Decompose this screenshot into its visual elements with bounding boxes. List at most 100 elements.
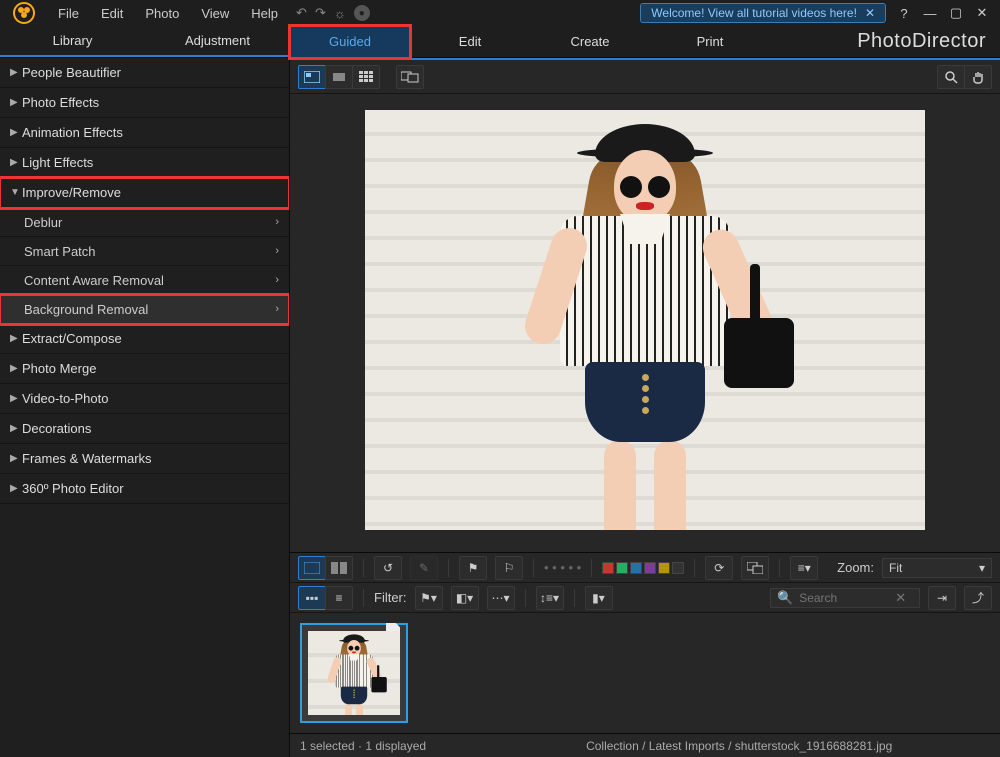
filter-flag-dropdown[interactable]: ⚑▾ xyxy=(415,586,443,610)
statusbar: 1 selected · 1 displayed Collection / La… xyxy=(290,733,1000,757)
canvas[interactable] xyxy=(290,94,1000,552)
undo-icon[interactable]: ↶ xyxy=(296,5,307,21)
window-controls: ? — ▢ ✕ xyxy=(886,5,1000,21)
thumbnail[interactable] xyxy=(300,623,408,723)
zoom-select[interactable]: Fit▾ xyxy=(882,558,992,578)
sidebar-item-people-beautifier[interactable]: ▶People Beautifier xyxy=(0,58,289,88)
grid-view-icon[interactable] xyxy=(352,65,380,89)
secondary-monitor-icon[interactable] xyxy=(396,65,424,89)
viewbar xyxy=(290,60,1000,94)
sidebar-item-video-to-photo[interactable]: ▶Video-to-Photo xyxy=(0,384,289,414)
color-swatch[interactable] xyxy=(658,562,670,574)
search-icon: 🔍 xyxy=(777,590,793,606)
sidebar-label: Photo Merge xyxy=(22,361,96,376)
main: ▶People Beautifier ▶Photo Effects ▶Anima… xyxy=(0,58,1000,757)
maximize-icon[interactable]: ▢ xyxy=(944,5,968,21)
menu-help[interactable]: Help xyxy=(241,2,288,25)
redo-icon[interactable]: ↷ xyxy=(315,5,326,21)
magnifier-icon[interactable] xyxy=(937,65,965,89)
sidebar-item-frames-watermarks[interactable]: ▶Frames & Watermarks xyxy=(0,444,289,474)
filter-label-dropdown[interactable]: ◧▾ xyxy=(451,586,479,610)
help-icon[interactable]: ? xyxy=(892,6,916,21)
close-window-icon[interactable]: ✕ xyxy=(970,5,994,21)
color-swatch[interactable] xyxy=(630,562,642,574)
chevron-right-icon: › xyxy=(275,245,279,257)
menu-view[interactable]: View xyxy=(191,2,239,25)
tray-row-2: ▪▪▪ ≡ Filter: ⚑▾ ◧▾ ⋯▾ ↕≡▾ ▮▾ 🔍 xyxy=(290,583,1000,613)
single-view-icon[interactable] xyxy=(298,65,326,89)
color-swatch[interactable] xyxy=(616,562,628,574)
color-swatch[interactable] xyxy=(644,562,656,574)
sidebar-label: Extract/Compose xyxy=(22,331,122,346)
chevron-right-icon: › xyxy=(275,216,279,228)
tab-print[interactable]: Print xyxy=(650,27,770,57)
filter-rating-dropdown[interactable]: ⋯▾ xyxy=(487,586,515,610)
content: ↺ ✎ ⚑ ⚐ • • • • • ⟳ ≡▾ Zoom: Fit▾ xyxy=(290,58,1000,757)
gear-icon[interactable]: ☼ xyxy=(334,6,346,21)
compare-overlay-icon[interactable] xyxy=(741,556,769,580)
bell-icon[interactable]: ● xyxy=(354,5,370,21)
zoom-label: Zoom: xyxy=(837,560,874,575)
thumb-size-small-icon[interactable]: ▪▪▪ xyxy=(298,586,326,610)
import-icon[interactable]: ⇥ xyxy=(928,586,956,610)
sidebar-item-360-editor[interactable]: ▶360º Photo Editor xyxy=(0,474,289,504)
modebar: Library Adjustment Guided Edit Create Pr… xyxy=(0,26,1000,58)
sidebar-item-extract-compose[interactable]: ▶Extract/Compose xyxy=(0,324,289,354)
sidebar-sub-smart-patch[interactable]: Smart Patch › xyxy=(0,237,289,266)
tab-adjustment[interactable]: Adjustment xyxy=(145,26,290,56)
sidebar-item-improve-remove[interactable]: ▼Improve/Remove xyxy=(0,178,289,208)
tray: ↺ ✎ ⚑ ⚐ • • • • • ⟳ ≡▾ Zoom: Fit▾ xyxy=(290,552,1000,757)
modebar-right: Guided Edit Create Print PhotoDirector xyxy=(290,26,1000,57)
chevron-down-icon: ▾ xyxy=(979,561,985,575)
stack-dropdown[interactable]: ▮▾ xyxy=(585,586,613,610)
tab-edit[interactable]: Edit xyxy=(410,27,530,57)
fit-view-icon[interactable] xyxy=(325,65,353,89)
refresh-icon[interactable]: ⟳ xyxy=(705,556,733,580)
status-path: Collection / Latest Imports / shuttersto… xyxy=(586,739,892,753)
sidebar-sub-content-aware[interactable]: Content Aware Removal› xyxy=(0,266,289,295)
minimize-icon[interactable]: — xyxy=(918,6,942,21)
sort-dropdown[interactable]: ↕≡▾ xyxy=(536,586,564,610)
histogram-icon[interactable]: ≡▾ xyxy=(790,556,818,580)
sidebar-item-photo-merge[interactable]: ▶Photo Merge xyxy=(0,354,289,384)
tab-guided[interactable]: Guided xyxy=(290,26,410,58)
color-swatch[interactable] xyxy=(602,562,614,574)
quick-toolbar: ↶ ↷ ☼ ● xyxy=(288,5,378,21)
sidebar-item-animation-effects[interactable]: ▶Animation Effects xyxy=(0,118,289,148)
tab-library[interactable]: Library xyxy=(0,26,145,56)
export-icon[interactable]: ⤴ xyxy=(964,586,992,610)
sidebar-item-light-effects[interactable]: ▶Light Effects xyxy=(0,148,289,178)
search-box[interactable]: 🔍 ✕ xyxy=(770,588,920,608)
crop-icon[interactable]: ✎ xyxy=(410,556,438,580)
rating-dots[interactable]: • • • • • xyxy=(544,560,581,575)
compare-split-icon[interactable] xyxy=(325,556,353,580)
menu-edit[interactable]: Edit xyxy=(91,2,133,25)
reject-icon[interactable]: ⚐ xyxy=(495,556,523,580)
sidebar-item-decorations[interactable]: ▶Decorations xyxy=(0,414,289,444)
sidebar-label: Light Effects xyxy=(22,155,93,170)
sidebar-sub-label: Background Removal xyxy=(24,302,148,317)
clear-search-icon[interactable]: ✕ xyxy=(895,590,906,606)
sidebar-sub-label: Smart Patch xyxy=(24,244,96,259)
modebar-left: Library Adjustment xyxy=(0,26,290,57)
sidebar-sub-deblur[interactable]: Deblur› xyxy=(0,208,289,237)
thumb-list-icon[interactable]: ≡ xyxy=(325,586,353,610)
sidebar-item-photo-effects[interactable]: ▶Photo Effects xyxy=(0,88,289,118)
color-swatch[interactable] xyxy=(672,562,684,574)
color-labels xyxy=(602,562,684,574)
hand-pan-icon[interactable] xyxy=(964,65,992,89)
tab-create[interactable]: Create xyxy=(530,27,650,57)
sidebar-label: Decorations xyxy=(22,421,91,436)
sidebar: ▶People Beautifier ▶Photo Effects ▶Anima… xyxy=(0,58,290,757)
sidebar-label: 360º Photo Editor xyxy=(22,481,124,496)
app-window: File Edit Photo View Help ↶ ↷ ☼ ● Welcom… xyxy=(0,0,1000,757)
search-input[interactable] xyxy=(799,591,889,605)
tutorial-banner[interactable]: Welcome! View all tutorial videos here! … xyxy=(640,3,886,23)
flag-icon[interactable]: ⚑ xyxy=(459,556,487,580)
menu-photo[interactable]: Photo xyxy=(135,2,189,25)
close-icon[interactable]: ✕ xyxy=(865,6,875,20)
rotate-left-icon[interactable]: ↺ xyxy=(374,556,402,580)
compare-single-icon[interactable] xyxy=(298,556,326,580)
menu-file[interactable]: File xyxy=(48,2,89,25)
sidebar-sub-background-removal[interactable]: Background Removal› xyxy=(0,295,289,324)
